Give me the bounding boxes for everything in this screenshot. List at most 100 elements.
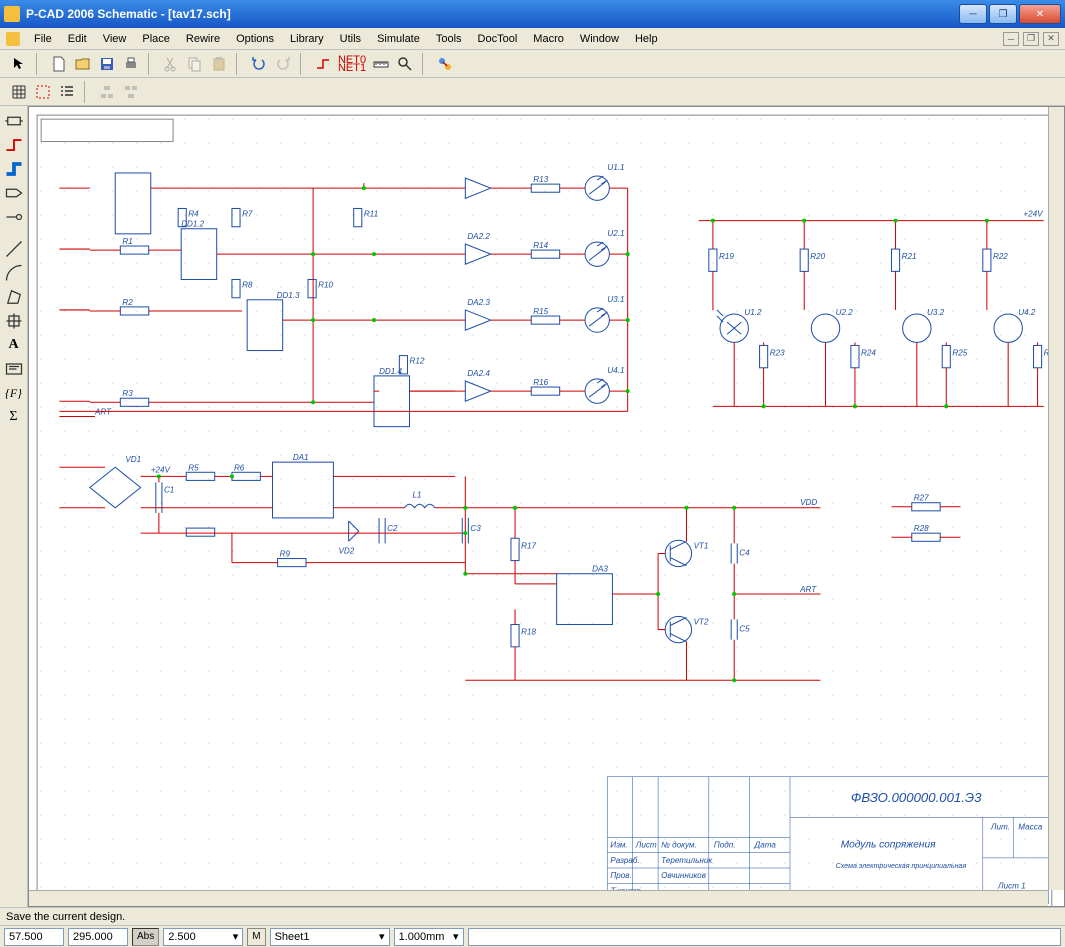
net-tool[interactable]: NET0NET1 <box>336 53 368 75</box>
main-toolbar: NET0NET1 <box>0 50 1065 78</box>
svg-text:C1: C1 <box>164 486 174 495</box>
status-hint: Save the current design. <box>0 907 1065 925</box>
menu-tools[interactable]: Tools <box>428 31 470 47</box>
svg-text:R17: R17 <box>521 541 536 550</box>
svg-text:R12: R12 <box>410 357 425 366</box>
menubar: File Edit View Place Rewire Options Libr… <box>0 28 1065 50</box>
select-rect-tool[interactable] <box>32 81 54 103</box>
pal-ieee[interactable]: Σ <box>3 406 25 428</box>
svg-text:R14: R14 <box>533 241 548 250</box>
mdi-restore[interactable]: ❐ <box>1023 32 1039 46</box>
measure-tool[interactable] <box>370 53 392 75</box>
horizontal-scrollbar[interactable] <box>29 890 1048 906</box>
hierarchy-down[interactable] <box>120 81 142 103</box>
pal-attr[interactable] <box>3 358 25 380</box>
mdi-close[interactable]: ✕ <box>1043 32 1059 46</box>
paste-button[interactable] <box>208 53 230 75</box>
svg-text:Модуль сопряжения: Модуль сопряжения <box>841 840 936 851</box>
menu-doctool[interactable]: DocTool <box>470 31 526 47</box>
doc-icon <box>6 32 20 46</box>
svg-text:ФВЗО.000000.001.Э3: ФВЗО.000000.001.Э3 <box>851 790 982 805</box>
svg-text:ART: ART <box>94 407 112 416</box>
svg-text:DA3: DA3 <box>592 565 608 574</box>
left-palette: A {F} Σ <box>0 106 28 907</box>
grid-dropdown[interactable]: 2.500▾ <box>163 928 243 946</box>
svg-text:ART: ART <box>799 585 817 594</box>
macro-button[interactable]: M <box>247 928 265 946</box>
minimize-button[interactable]: ─ <box>959 4 987 24</box>
cut-button[interactable] <box>160 53 182 75</box>
open-button[interactable] <box>72 53 94 75</box>
coord-y[interactable]: 295.000 <box>68 928 128 946</box>
pal-bus[interactable] <box>3 158 25 180</box>
status-message <box>468 928 1061 946</box>
menu-macro[interactable]: Macro <box>525 31 572 47</box>
menu-simulate[interactable]: Simulate <box>369 31 428 47</box>
schematic-canvas[interactable]: R1 R2 R3 ART DD1.2 R4 R7 R11 DD1.3 R8 R1… <box>28 106 1065 907</box>
wire-tool-icon[interactable] <box>312 53 334 75</box>
svg-text:№ докум.: № докум. <box>661 841 697 850</box>
pal-line[interactable] <box>3 238 25 260</box>
menu-options[interactable]: Options <box>228 31 282 47</box>
svg-text:+24V: +24V <box>151 465 172 474</box>
print-button[interactable] <box>120 53 142 75</box>
menu-help[interactable]: Help <box>627 31 666 47</box>
redo-button[interactable] <box>272 53 294 75</box>
svg-text:C3: C3 <box>470 524 481 533</box>
svg-text:R25: R25 <box>952 349 967 358</box>
zoom-tool[interactable] <box>394 53 416 75</box>
new-button[interactable] <box>48 53 70 75</box>
pal-pin[interactable] <box>3 206 25 228</box>
mdi-minimize[interactable]: ─ <box>1003 32 1019 46</box>
svg-text:R16: R16 <box>533 378 548 387</box>
pal-wire[interactable] <box>3 134 25 156</box>
svg-text:Лист 1: Лист 1 <box>997 881 1026 890</box>
menu-window[interactable]: Window <box>572 31 627 47</box>
maximize-button[interactable]: ❐ <box>989 4 1017 24</box>
menu-library[interactable]: Library <box>282 31 332 47</box>
svg-text:VT1: VT1 <box>694 541 709 550</box>
menu-view[interactable]: View <box>95 31 135 47</box>
menu-edit[interactable]: Edit <box>60 31 95 47</box>
menu-utils[interactable]: Utils <box>332 31 369 47</box>
list-tool[interactable] <box>56 81 78 103</box>
svg-text:R21: R21 <box>902 252 917 261</box>
svg-text:C4: C4 <box>739 548 750 557</box>
pal-refpoint[interactable] <box>3 310 25 332</box>
vertical-scrollbar[interactable] <box>1048 107 1064 890</box>
svg-text:DA1: DA1 <box>293 453 309 462</box>
svg-text:DD1.2: DD1.2 <box>181 220 204 229</box>
menu-file[interactable]: File <box>26 31 60 47</box>
sheet-dropdown[interactable]: Sheet1▾ <box>270 928 390 946</box>
save-button[interactable] <box>96 53 118 75</box>
svg-text:R5: R5 <box>188 463 199 472</box>
svg-text:U1.1: U1.1 <box>607 163 624 172</box>
svg-text:R6: R6 <box>234 463 245 472</box>
svg-text:R13: R13 <box>533 175 548 184</box>
drc-tool[interactable] <box>434 53 456 75</box>
svg-text:U4.2: U4.2 <box>1018 308 1036 317</box>
grid-tool[interactable] <box>8 81 30 103</box>
menu-place[interactable]: Place <box>134 31 178 47</box>
svg-text:R10: R10 <box>318 281 333 290</box>
pal-field[interactable]: {F} <box>3 382 25 404</box>
copy-button[interactable] <box>184 53 206 75</box>
close-button[interactable]: ✕ <box>1019 4 1061 24</box>
svg-text:L1: L1 <box>413 491 422 500</box>
svg-text:R8: R8 <box>242 281 253 290</box>
units-dropdown[interactable]: 1.000mm▾ <box>394 928 464 946</box>
coord-x[interactable]: 57.500 <box>4 928 64 946</box>
svg-text:Дата: Дата <box>753 841 776 850</box>
undo-button[interactable] <box>248 53 270 75</box>
pal-port[interactable] <box>3 182 25 204</box>
pal-polygon[interactable] <box>3 286 25 308</box>
select-tool[interactable] <box>8 53 30 75</box>
pal-arc[interactable] <box>3 262 25 284</box>
pal-text[interactable]: A <box>3 334 25 356</box>
hierarchy-up[interactable] <box>96 81 118 103</box>
svg-text:U2.2: U2.2 <box>836 308 854 317</box>
svg-text:R3: R3 <box>122 389 133 398</box>
abs-button[interactable]: Abs <box>132 928 159 946</box>
menu-rewire[interactable]: Rewire <box>178 31 228 47</box>
pal-part[interactable] <box>3 110 25 132</box>
